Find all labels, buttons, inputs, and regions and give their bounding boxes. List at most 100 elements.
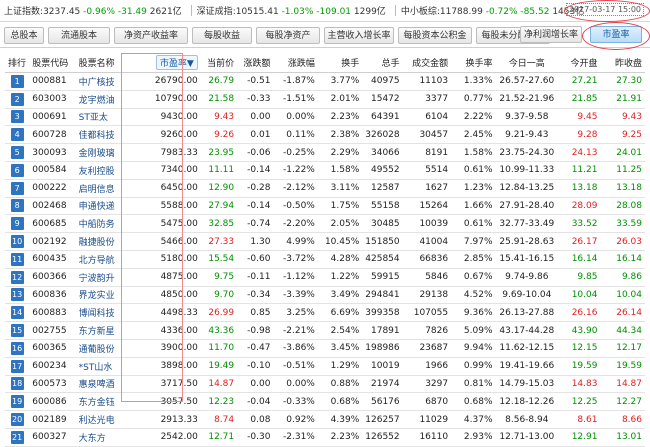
code-cell[interactable]: 002468 [29,197,76,216]
name-cell[interactable]: 中船防务 [75,214,137,234]
name-cell[interactable]: 东方新星 [75,321,137,340]
tab-roe[interactable]: 净资产收益率 [114,27,188,44]
ticker-sh[interactable]: 上证指数:3237.45 -0.96% -31.49 2621亿 [4,4,182,17]
name-cell[interactable]: 通葡股份 [75,339,137,358]
table-row[interactable]: 3 000691 ST亚太 9430.00 9.43 0.00 0.00% 2.23% 6439… [5,108,645,127]
name-cell[interactable]: 友利控股 [75,161,137,180]
tab-net-profit-growth[interactable]: 净利润增长率 [520,26,582,43]
tab-bvps[interactable]: 每股净资产 [256,27,320,44]
col-rank[interactable]: 排行 [5,53,30,73]
name-cell[interactable]: 北方导航 [75,250,137,269]
code-cell[interactable]: 300093 [29,143,76,162]
name-cell[interactable]: 博闻科技 [75,303,137,323]
code-cell[interactable]: 002189 [29,410,76,429]
rate-cell: 1.23% [451,179,496,198]
name-cell[interactable]: *ST山水 [75,357,137,376]
code-cell[interactable]: 000584 [29,161,76,180]
name-cell[interactable]: 宁波韵升 [75,268,137,287]
col-open[interactable]: 今开盘 [558,53,601,73]
code-cell[interactable]: 600366 [29,268,76,287]
name-cell[interactable]: 启明信息 [75,179,137,198]
name-cell[interactable]: 大东方 [75,428,137,447]
table-row[interactable]: 10 002192 融捷股份 5466.00 27.33 1.30 4.99% 10.45% 1… [5,232,645,251]
col-turnover[interactable]: 换手 [317,53,363,73]
pe-sort-header[interactable]: 市盈率▼ [155,55,198,70]
code-cell[interactable]: 600327 [29,428,76,447]
code-cell[interactable]: 000881 [29,72,76,91]
range-cell: 8.56-8.94 [495,410,559,429]
col-change-pct[interactable]: 涨跌幅 [273,53,318,73]
tab-float-shares[interactable]: 流通股本 [48,27,110,44]
name-cell[interactable]: 惠泉啤酒 [75,375,137,394]
name-cell[interactable]: 龙宇燃油 [75,90,137,109]
pct-cell: 0.00% [273,375,318,394]
col-change[interactable]: 涨跌额 [237,53,274,73]
tab-pe-ratio[interactable]: 市盈率 [590,26,642,43]
table-row[interactable]: 20 002189 利达光电 2913.33 8.74 0.08 0.92% 4.39% 126… [5,410,645,429]
code-cell[interactable]: 600836 [29,286,76,305]
code-cell[interactable]: 600883 [29,303,76,323]
table-row[interactable]: 5 300093 金刚玻璃 7983.33 23.95 -0.06 -0.25% 2.29% 3… [5,143,645,162]
col-code[interactable]: 股票代码 [29,53,76,73]
rank-cell: 14 [5,303,30,323]
turnover-cell: 2.54% [317,321,363,340]
name-cell[interactable]: 利达光电 [75,410,137,429]
name-cell[interactable]: 佳都科技 [75,125,137,145]
name-cell[interactable]: 中广核技 [75,72,137,91]
ticker-sme[interactable]: 中小板综:11788.99 -0.72% -85.52 1453亿 [401,4,584,17]
name-cell[interactable]: 界龙实业 [75,286,137,305]
col-amount[interactable]: 成交金额 [402,53,452,73]
code-cell[interactable]: 600728 [29,125,76,145]
table-row[interactable]: 19 600086 东方金钰 3057.50 12.23 -0.04 -0.33% 0.68%… [5,392,645,412]
vol-cell: 15472 [362,90,403,109]
name-cell[interactable]: 金刚玻璃 [75,143,137,162]
code-cell[interactable]: 002192 [29,232,76,251]
table-row[interactable]: 18 600573 惠泉啤酒 3717.50 14.87 0.00 0.00% 0.88% 21… [5,375,645,394]
table-row[interactable]: 2 603003 龙宇燃油 10790.00 21.58 -0.33 -1.51% 2.01%… [5,90,645,109]
code-cell[interactable]: 600685 [29,214,76,234]
code-cell[interactable]: 002755 [29,321,76,340]
table-row[interactable]: 4 600728 佳都科技 9260.00 9.26 0.01 0.11% 2.38% 3260… [5,125,645,145]
range-cell: 12.18-12.26 [495,392,559,412]
range-cell: 21.52-21.96 [495,90,559,109]
name-cell[interactable]: 融捷股份 [75,232,137,251]
rank-badge: 8 [10,199,24,213]
code-cell[interactable]: 600573 [29,375,76,394]
name-cell[interactable]: 东方金钰 [75,392,137,412]
code-cell[interactable]: 600234 [29,357,76,376]
code-cell[interactable]: 600435 [29,250,76,269]
table-row[interactable]: 17 600234 *ST山水 3898.00 19.49 -0.10 -0.51% 1.29… [5,357,645,376]
col-turnover-rate[interactable]: 换手率 [451,53,496,73]
table-row[interactable]: 14 600883 博闻科技 4498.33 26.99 0.85 3.25% 6.69% 39… [5,303,645,323]
name-cell[interactable]: ST亚太 [75,108,137,127]
code-cell[interactable]: 000222 [29,179,76,198]
code-cell[interactable]: 600365 [29,339,76,358]
table-row[interactable]: 7 000222 启明信息 6450.00 12.90 -0.28 -2.12% 3.11% 1… [5,179,645,198]
tab-revenue-growth[interactable]: 主营收入增长率 [324,27,394,44]
tab-eps[interactable]: 每股收益 [192,27,252,44]
code-cell[interactable]: 600086 [29,392,76,412]
table-row[interactable]: 11 600435 北方导航 5180.00 15.54 -0.60 -3.72% 4.28%… [5,250,645,269]
table-row[interactable]: 9 600685 中船防务 5475.00 32.85 -0.74 -2.20% 2.05% 3… [5,214,645,234]
table-row[interactable]: 12 600366 宁波韵升 4875.00 9.75 -0.11 -1.12% 1.22% 5… [5,268,645,287]
name-cell[interactable]: 申通快递 [75,197,137,216]
table-row[interactable]: 15 002755 东方新星 4336.00 43.36 -0.98 -2.21% 2.54%… [5,321,645,340]
table-row[interactable]: 21 600327 大东方 2542.00 12.71 -0.30 -2.31% 2.23% 1… [5,428,645,447]
col-name[interactable]: 股票名称 [75,53,137,73]
col-price[interactable]: 当前价 [200,53,238,73]
ticker-divider [190,5,192,16]
table-row[interactable]: 13 600836 界龙实业 4850.00 9.70 -0.34 -3.39% 3.49% 2… [5,286,645,305]
table-row[interactable]: 8 002468 申通快递 5588.00 27.94 -0.14 -0.50% 1.75% 5… [5,197,645,216]
table-row[interactable]: 6 000584 友利控股 7340.00 11.11 -0.14 -1.22% 1.58% 4… [5,161,645,180]
code-cell[interactable]: 603003 [29,90,76,109]
table-row[interactable]: 16 600365 通葡股份 3900.00 11.70 -0.47 -3.86% 3.45%… [5,339,645,358]
table-row[interactable]: 1 000881 中广核技 26790.00 26.79 -0.51 -1.87% 3.77%… [5,72,645,91]
col-volume[interactable]: 总手 [362,53,403,73]
tab-total-shares[interactable]: 总股本 [4,27,44,44]
ticker-sz[interactable]: 深证成指:10515.41 -1.03% -109.01 1299亿 [197,4,386,17]
col-prev-close[interactable]: 昨收盘 [600,53,645,73]
col-pe[interactable]: 市盈率▼ [136,53,201,73]
code-cell[interactable]: 000691 [29,108,76,127]
col-range[interactable]: 今日一高 [495,53,559,73]
tab-capital-reserve[interactable]: 每股资本公积金 [398,27,472,44]
